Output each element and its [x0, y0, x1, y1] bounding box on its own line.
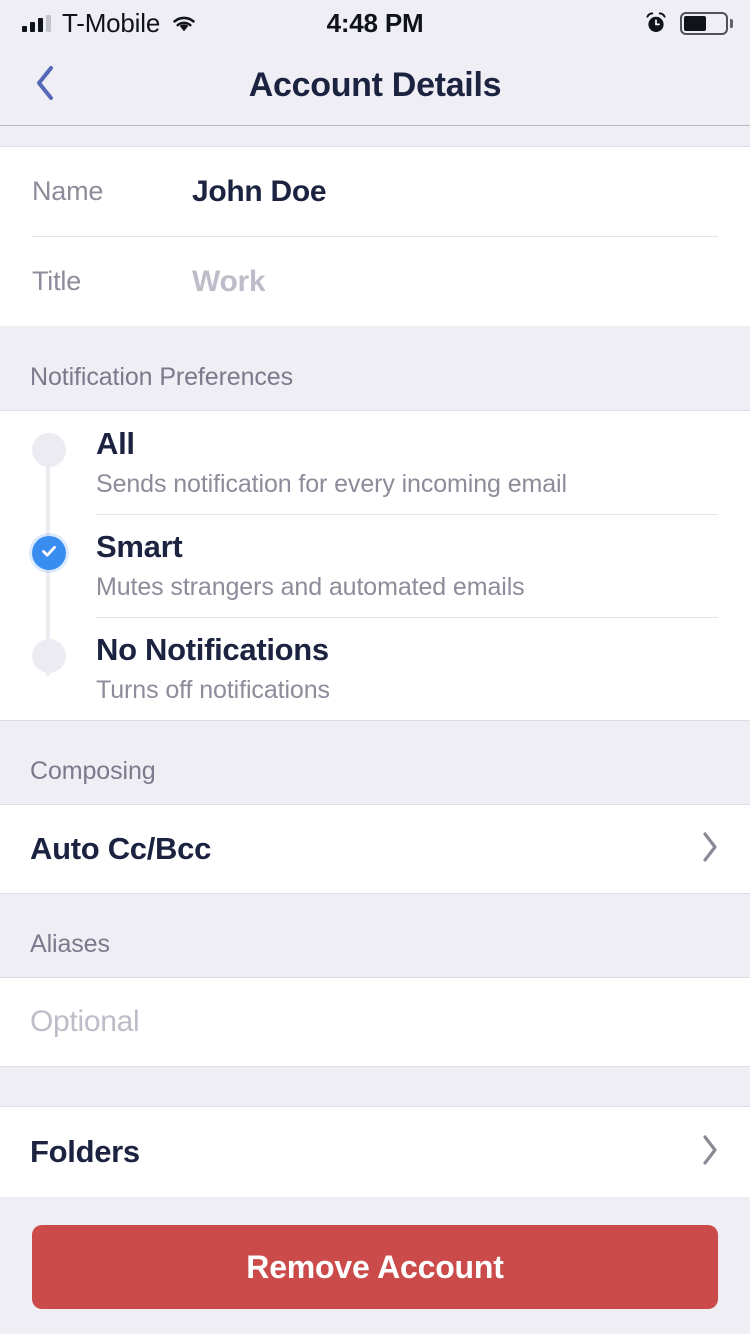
status-bar: T-Mobile 4:48 PM [0, 0, 750, 46]
row-auto-cc-bcc[interactable]: Auto Cc/Bcc [0, 805, 750, 893]
account-fields-group: Name John Doe Title Work [0, 147, 750, 326]
status-bar-left: T-Mobile [22, 8, 197, 39]
radio-option-all[interactable]: All Sends notification for every incomin… [32, 411, 750, 514]
section-header-aliases: Aliases [0, 893, 750, 978]
radio-option-no-notifications[interactable]: No Notifications Turns off notifications [32, 617, 750, 720]
back-button[interactable] [22, 63, 68, 109]
radio-indicator-unselected[interactable] [32, 639, 66, 673]
chevron-right-icon [700, 830, 720, 869]
radio-option-smart[interactable]: Smart Mutes strangers and automated emai… [32, 514, 750, 617]
row-folders[interactable]: Folders [0, 1107, 750, 1197]
alarm-clock-icon [645, 12, 667, 34]
row-label: Folders [30, 1134, 140, 1169]
section-spacer-top [0, 126, 750, 147]
radio-option-subtitle: Sends notification for every incoming em… [96, 469, 567, 498]
status-bar-right [645, 11, 733, 35]
page-title: Account Details [248, 66, 502, 104]
radio-option-title: Smart [96, 529, 183, 564]
section-header-label: Composing [30, 757, 156, 785]
wifi-icon [171, 14, 197, 33]
radio-indicator-selected[interactable] [32, 536, 66, 570]
alias-input-row[interactable] [0, 978, 750, 1066]
remove-account-section: Remove Account [0, 1197, 750, 1329]
section-spacer-folders [0, 1066, 750, 1107]
field-row-name[interactable]: Name John Doe [0, 147, 750, 236]
remove-account-button[interactable]: Remove Account [32, 1225, 718, 1309]
radio-option-subtitle: Turns off notifications [96, 675, 330, 704]
radio-option-subtitle: Mutes strangers and automated emails [96, 572, 525, 601]
radio-option-title: All [96, 426, 135, 461]
cellular-signal-icon [22, 14, 51, 32]
section-header-label: Aliases [30, 930, 110, 958]
check-icon [39, 541, 59, 566]
carrier-label: T-Mobile [62, 7, 161, 38]
title-field-placeholder: Work [192, 264, 266, 298]
name-field-value: John Doe [192, 174, 327, 208]
name-field-label: Name [32, 176, 104, 206]
section-header-composing: Composing [0, 720, 750, 805]
title-field-label: Title [32, 266, 82, 296]
field-row-title[interactable]: Title Work [0, 237, 750, 326]
chevron-left-icon [33, 63, 57, 108]
navigation-bar: Account Details [0, 46, 750, 126]
notification-preferences-radio-group: All Sends notification for every incomin… [0, 411, 750, 720]
account-details-screen: T-Mobile 4:48 PM Account Details Name Jo… [0, 0, 750, 1334]
chevron-right-icon [700, 1133, 720, 1172]
battery-icon [680, 11, 733, 35]
radio-indicator-unselected[interactable] [32, 433, 66, 467]
section-header-notification-preferences: Notification Preferences [0, 326, 750, 411]
row-label: Auto Cc/Bcc [30, 831, 212, 866]
alias-input[interactable] [30, 1005, 720, 1039]
radio-option-title: No Notifications [96, 632, 329, 667]
section-header-label: Notification Preferences [30, 363, 294, 391]
